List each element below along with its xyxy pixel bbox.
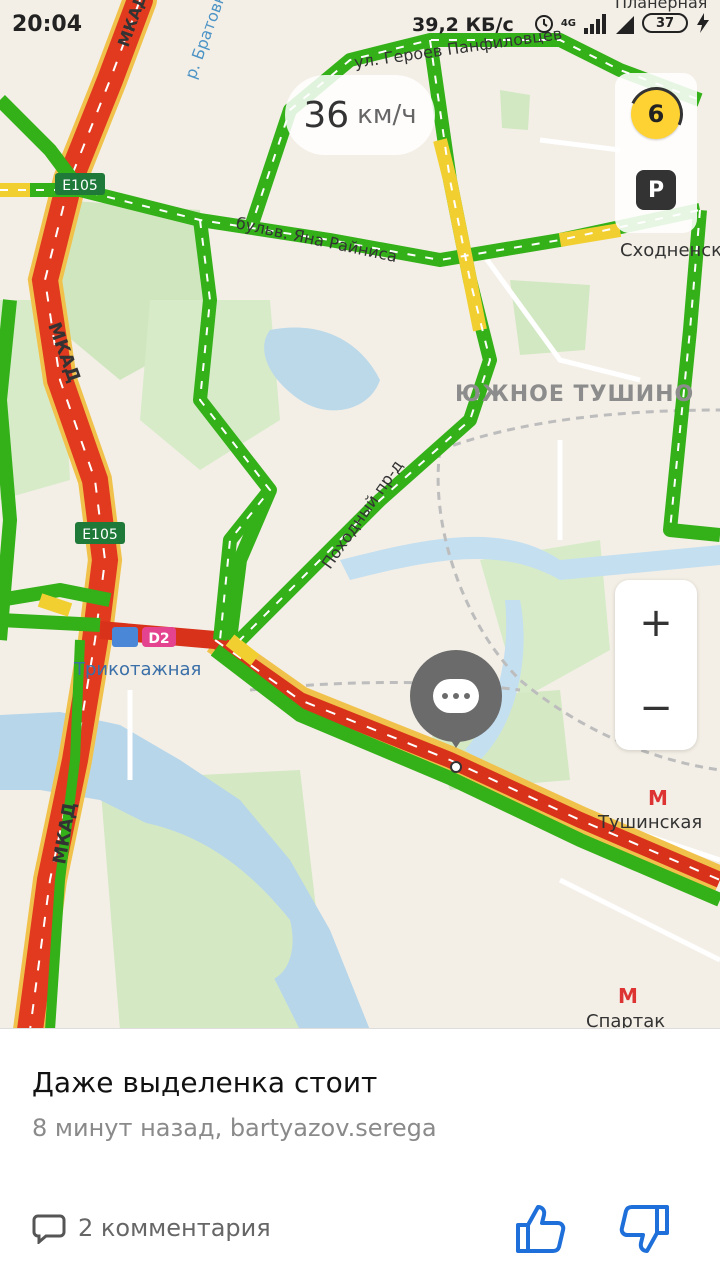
metro-icon: M xyxy=(648,786,668,810)
zoom-controls: + − xyxy=(615,580,697,750)
map-layer-controls: 6 P xyxy=(615,73,697,233)
event-title: Даже выделенка стоит xyxy=(32,1066,378,1099)
status-network-speed: 39,2 КБ/с xyxy=(412,14,514,36)
label-d2: D2 xyxy=(148,631,169,647)
label-district: ЮЖНОЕ ТУШИНО xyxy=(455,382,694,407)
speed-unit: км/ч xyxy=(357,100,417,130)
speed-value: 36 xyxy=(303,94,350,136)
label-e105-mid: E105 xyxy=(82,527,118,543)
network-type: 4G xyxy=(560,17,576,29)
parking-icon: P xyxy=(647,177,665,203)
label-e105-top: E105 xyxy=(62,178,98,194)
battery-level: 37 xyxy=(655,15,675,31)
label-metro-tushinskaya: Тушинская xyxy=(597,812,702,833)
minus-icon: − xyxy=(639,684,673,731)
metro-icon: M xyxy=(618,984,638,1008)
battery-indicator: 37 xyxy=(642,13,688,33)
comments-button[interactable]: 2 комментария xyxy=(32,1212,271,1244)
label-metro-skhodnenskaya: Сходненская xyxy=(620,240,720,261)
signal-icon xyxy=(584,14,606,34)
comments-count: 2 комментария xyxy=(78,1214,271,1242)
parking-button[interactable]: P xyxy=(636,170,676,210)
thumbs-up-icon[interactable] xyxy=(512,1201,568,1257)
plus-icon: + xyxy=(639,599,673,646)
zoom-out-button[interactable]: − xyxy=(615,665,697,750)
comment-icon xyxy=(32,1214,66,1244)
event-card: Даже выделенка стоит 8 минут назад, bart… xyxy=(0,1028,720,1281)
traffic-level-button[interactable]: 6 xyxy=(631,89,681,139)
chat-icon xyxy=(433,679,479,713)
charging-icon xyxy=(697,13,709,33)
event-location-dot xyxy=(450,761,462,773)
road-event-marker[interactable] xyxy=(410,650,502,748)
status-bar: 20:04 39,2 КБ/с 4G 37 xyxy=(0,0,720,50)
label-station-trikotazhnaya: Трикотажная xyxy=(73,659,201,680)
traffic-level-value: 6 xyxy=(647,100,665,128)
signal-icon-2 xyxy=(616,16,634,34)
zoom-in-button[interactable]: + xyxy=(615,580,697,665)
speed-indicator: 36 км/ч xyxy=(285,75,435,155)
thumbs-down-icon[interactable] xyxy=(617,1201,673,1257)
alarm-icon xyxy=(534,15,553,33)
status-time: 20:04 xyxy=(12,12,83,37)
event-meta: 8 минут назад, bartyazov.serega xyxy=(32,1114,437,1142)
status-icons: 4G 37 xyxy=(533,10,712,36)
